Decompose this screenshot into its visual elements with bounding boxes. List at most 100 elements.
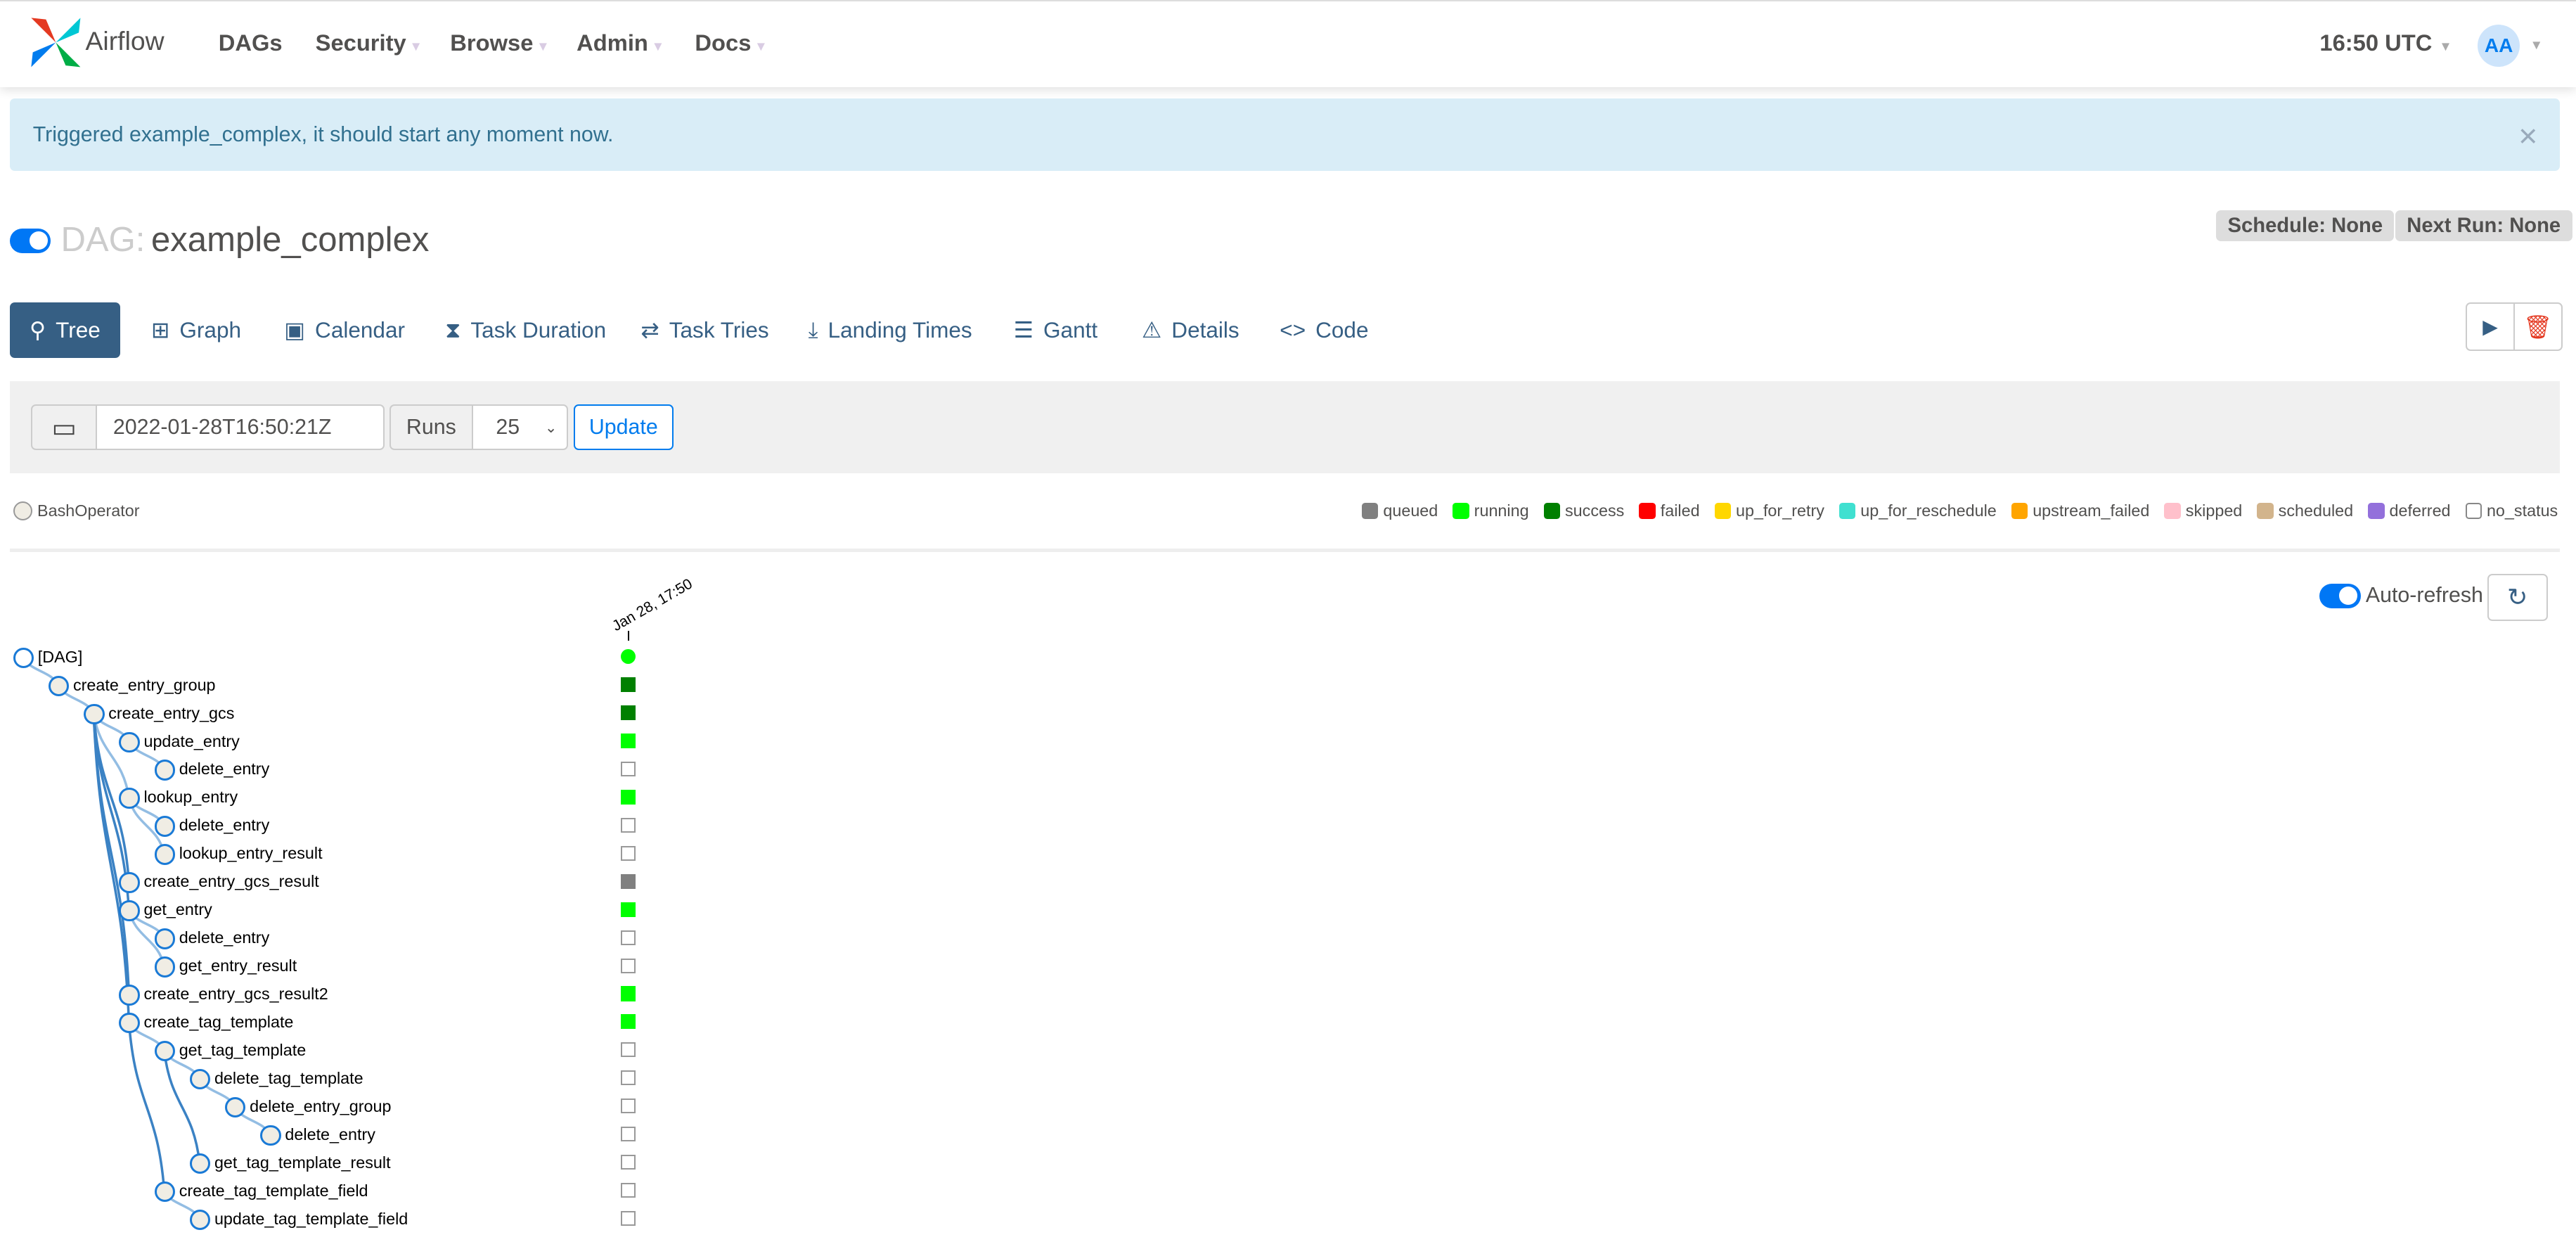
task-label[interactable]: create_tag_template_field — [179, 1181, 368, 1200]
state-swatch — [1361, 502, 1379, 519]
task-instance-no_status[interactable] — [621, 1183, 636, 1198]
brand-name[interactable]: Airflow — [86, 26, 165, 56]
tree-node[interactable] — [154, 816, 175, 837]
tab-details[interactable]: ⚠ Details — [1142, 302, 1239, 358]
task-instance-no_status[interactable] — [621, 761, 636, 776]
clock-dropdown[interactable]: 16:50 UTC ▼ — [2319, 30, 2452, 56]
alert-message: Triggered example_complex, it should sta… — [32, 123, 614, 147]
task-label[interactable]: delete_entry — [285, 1125, 375, 1144]
tree-node[interactable] — [48, 675, 70, 696]
auto-refresh-toggle[interactable] — [2319, 583, 2361, 608]
task-instance-no_status[interactable] — [621, 1127, 636, 1142]
task-label[interactable]: create_entry_gcs_result — [143, 872, 318, 891]
task-instance-running[interactable] — [621, 789, 636, 805]
task-label[interactable]: get_tag_template_result — [214, 1153, 391, 1172]
tab-landing-times[interactable]: ⤓ Landing Times — [809, 302, 972, 358]
nav-security[interactable]: Security ▼ — [316, 30, 423, 56]
nav-docs[interactable]: Docs ▼ — [695, 30, 767, 56]
legend-label: queued — [1383, 501, 1438, 520]
task-instance-running[interactable] — [621, 733, 636, 748]
task-label[interactable]: update_entry — [143, 732, 239, 751]
refresh-button[interactable]: ↻ — [2487, 573, 2548, 621]
task-label[interactable]: update_tag_template_field — [214, 1210, 408, 1229]
task-label[interactable]: get_entry_result — [179, 956, 297, 975]
task-label[interactable]: delete_entry — [179, 760, 270, 779]
refresh-icon: ↻ — [2506, 583, 2528, 611]
task-instance-queued[interactable] — [621, 873, 636, 889]
task-instance-no_status[interactable] — [621, 845, 636, 861]
trigger-dag-button[interactable]: ▶ — [2466, 302, 2515, 352]
dag-pause-toggle[interactable] — [10, 228, 51, 253]
legend-label: deferred — [2389, 501, 2451, 520]
tab-gantt[interactable]: ☰ Gantt — [1014, 302, 1097, 358]
task-label[interactable]: delete_entry — [179, 816, 270, 835]
tab-graph[interactable]: ⊞ Graph — [151, 302, 241, 358]
tab-calendar[interactable]: ▣ Calendar — [284, 302, 405, 358]
alert-banner: Triggered example_complex, it should sta… — [10, 98, 2560, 171]
legend-item-up_for_reschedule: up_for_reschedule — [1838, 501, 1997, 520]
caret-down-icon: ▼ — [651, 38, 665, 53]
hourglass-icon: ⧗ — [445, 316, 461, 342]
tree-node[interactable] — [260, 1125, 281, 1146]
task-label[interactable]: create_tag_template — [143, 1013, 293, 1032]
task-instance-no_status[interactable] — [621, 1099, 636, 1114]
legend-label: upstream_failed — [2033, 501, 2150, 520]
task-instance-success[interactable] — [621, 677, 636, 692]
details-icon: ⚠ — [1142, 316, 1162, 342]
tree-node[interactable] — [119, 900, 140, 921]
user-avatar[interactable]: AA — [2477, 24, 2520, 68]
tab-task-tries[interactable]: ⇄ Task Tries — [640, 302, 768, 358]
tree-node[interactable] — [13, 647, 34, 669]
runs-select[interactable]: 25 ⌄ — [471, 404, 569, 451]
task-instance-running[interactable] — [621, 986, 636, 1001]
nav-dags[interactable]: DAGs — [219, 30, 283, 56]
tab-tree[interactable]: ⚲ Tree — [10, 302, 120, 359]
tree-node[interactable] — [84, 703, 105, 724]
base-date-input[interactable]: 2022-01-28T16:50:21Z — [95, 404, 385, 451]
tree-node[interactable] — [119, 788, 140, 809]
task-instance-no_status[interactable] — [621, 1211, 636, 1226]
tab-code[interactable]: <> Code — [1280, 302, 1368, 358]
airflow-logo-icon[interactable] — [30, 16, 82, 69]
state-swatch — [1838, 502, 1856, 519]
delete-dag-button[interactable]: 🗑 — [2513, 302, 2563, 352]
task-label[interactable]: lookup_entry — [143, 788, 238, 807]
task-instance-no_status[interactable] — [621, 930, 636, 945]
tree-node[interactable] — [154, 956, 175, 978]
tree-node[interactable] — [119, 731, 140, 752]
tree-node[interactable] — [119, 872, 140, 893]
task-instance-no_status[interactable] — [621, 1155, 636, 1170]
task-instance-no_status[interactable] — [621, 1070, 636, 1086]
task-label[interactable]: create_entry_gcs — [108, 704, 234, 723]
task-instance-running[interactable] — [621, 902, 636, 917]
nav-browse[interactable]: Browse ▼ — [450, 30, 549, 56]
task-label[interactable]: create_entry_group — [73, 676, 216, 695]
task-label[interactable]: delete_entry_group — [250, 1097, 391, 1116]
calendar-icon[interactable]: ▭ — [31, 404, 97, 451]
task-label[interactable]: delete_entry — [179, 928, 270, 947]
task-label[interactable]: create_entry_gcs_result2 — [143, 985, 328, 1004]
task-label[interactable]: get_tag_template — [179, 1041, 307, 1060]
task-instance-success[interactable] — [621, 705, 636, 720]
tree-node[interactable] — [154, 844, 175, 865]
tree-node[interactable] — [154, 760, 175, 781]
task-label[interactable]: get_entry — [143, 900, 212, 919]
nav-admin[interactable]: Admin ▼ — [577, 30, 664, 56]
tree-node[interactable] — [154, 1181, 175, 1203]
task-instance-no_status[interactable] — [621, 958, 636, 973]
state-swatch — [1543, 502, 1560, 519]
task-instance-no_status[interactable] — [621, 817, 636, 833]
state-swatch — [1714, 502, 1731, 519]
close-icon[interactable]: × — [2518, 117, 2537, 155]
task-label[interactable]: [DAG] — [38, 648, 83, 667]
task-label[interactable]: delete_tag_template — [214, 1069, 363, 1088]
task-instance-running[interactable] — [621, 1014, 636, 1030]
tree-node[interactable] — [119, 1013, 140, 1034]
task-label[interactable]: lookup_entry_result — [179, 844, 323, 863]
task-instance-no_status[interactable] — [621, 1042, 636, 1058]
tab-task-duration[interactable]: ⧗ Task Duration — [445, 302, 606, 358]
caret-down-icon[interactable]: ▼ — [2530, 37, 2544, 53]
tree-node[interactable] — [119, 985, 140, 1006]
update-button[interactable]: Update — [573, 404, 674, 451]
tree-node[interactable] — [154, 928, 175, 949]
